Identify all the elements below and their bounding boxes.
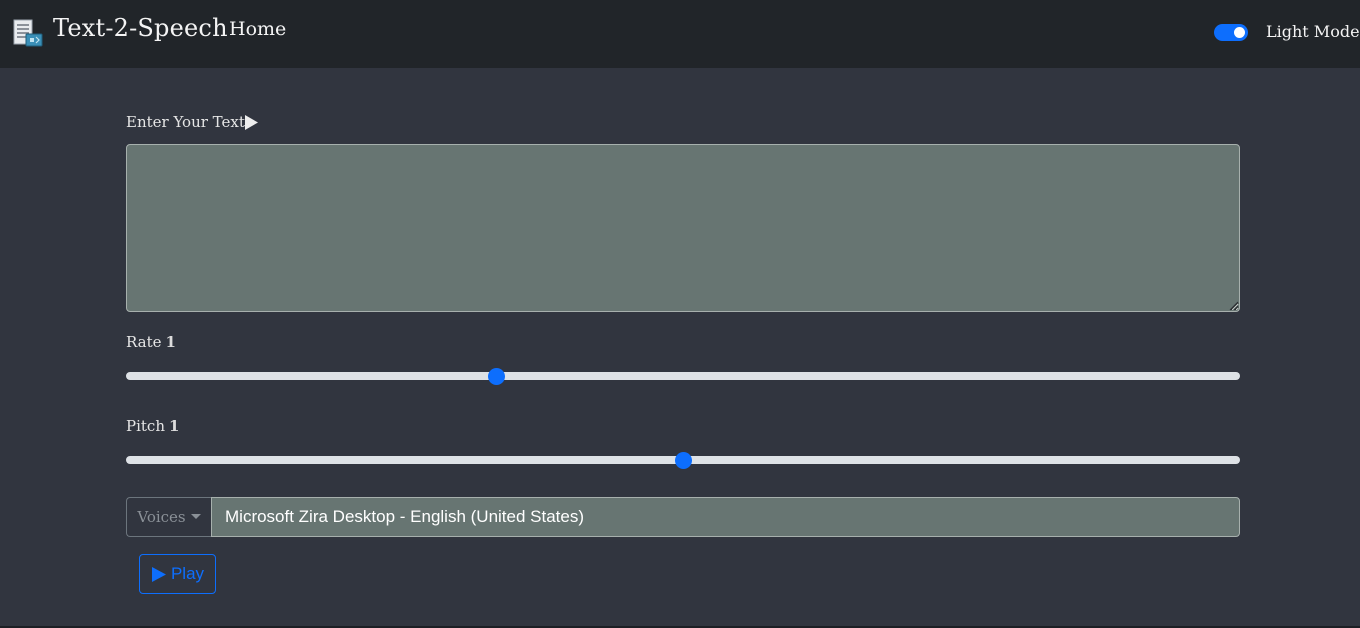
resize-grip-icon[interactable] xyxy=(1229,301,1239,311)
pitch-value: 1 xyxy=(168,417,180,435)
play-icon xyxy=(151,566,166,582)
rate-label-text: Rate xyxy=(126,333,162,351)
pitch-label: Pitch 1 xyxy=(126,417,179,435)
light-mode-toggle[interactable] xyxy=(1214,24,1248,41)
nav-home-link[interactable]: Home xyxy=(229,18,286,40)
play-button[interactable]: Play xyxy=(139,554,216,594)
rate-value: 1 xyxy=(165,333,176,351)
chevron-down-icon xyxy=(190,513,201,519)
pitch-slider[interactable] xyxy=(126,451,1240,469)
light-mode-label: Light Mode xyxy=(1266,22,1360,41)
rate-slider[interactable] xyxy=(126,367,1240,385)
rate-slider-thumb[interactable] xyxy=(488,367,505,385)
play-icon[interactable] xyxy=(243,114,259,131)
rate-label: Rate 1 xyxy=(126,333,176,351)
brand-title[interactable]: Text-2-Speech xyxy=(53,14,228,42)
voices-input-group: Voices Microsoft Zira Desktop - English … xyxy=(126,497,1240,537)
pitch-label-text: Pitch xyxy=(126,417,165,435)
text-input-label: Enter Your Text xyxy=(126,113,245,131)
voices-dropdown-button[interactable]: Voices xyxy=(126,497,211,537)
voices-button-label: Voices xyxy=(137,508,186,526)
voice-select[interactable]: Microsoft Zira Desktop - English (United… xyxy=(211,497,1240,537)
pitch-slider-thumb[interactable] xyxy=(674,451,692,469)
toggle-knob xyxy=(1234,27,1245,38)
play-button-label: Play xyxy=(170,564,205,583)
navbar: Text-2-Speech Home Light Mode xyxy=(0,0,1360,68)
speech-text-input[interactable] xyxy=(126,144,1240,312)
document-speech-icon[interactable] xyxy=(12,18,44,48)
